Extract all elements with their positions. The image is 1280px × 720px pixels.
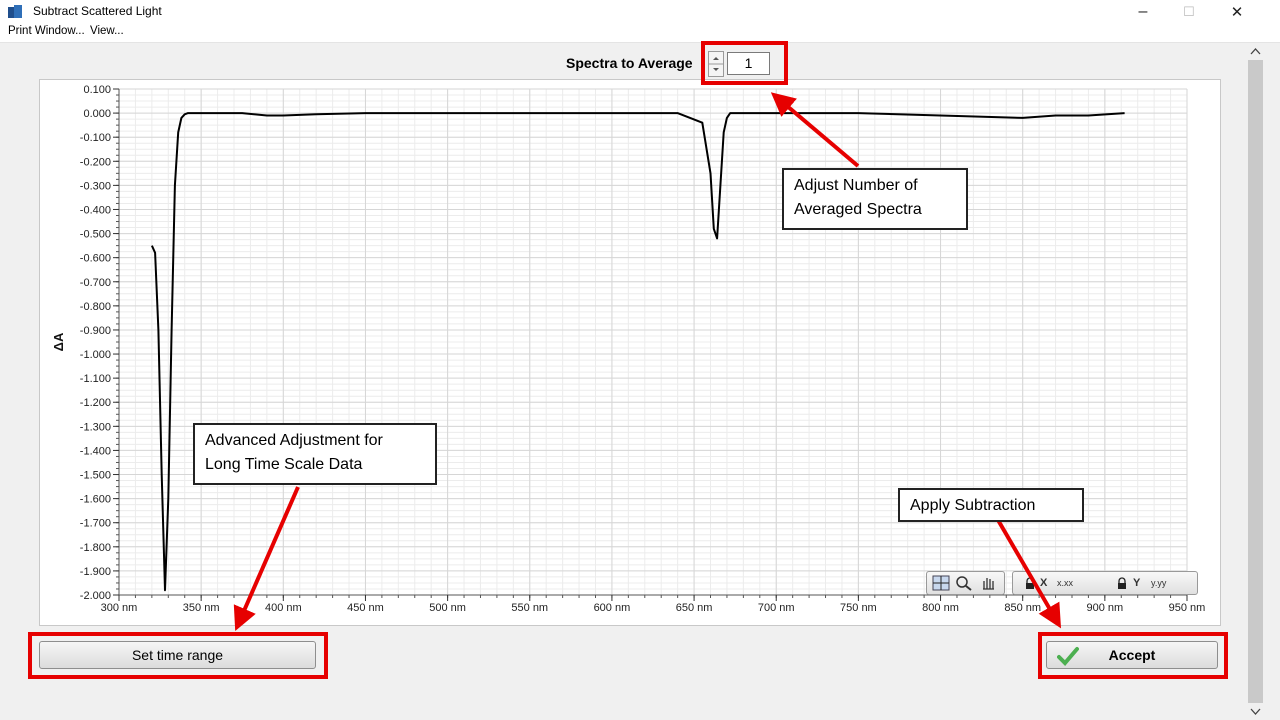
arrow-to-accept — [996, 518, 1062, 629]
callout-advanced-adjustment: Advanced Adjustment for Long Time Scale … — [193, 423, 437, 485]
callout-apply-text: Apply Subtraction — [910, 497, 1036, 514]
callout-apply-subtraction: Apply Subtraction — [898, 488, 1084, 522]
annotation-arrows — [233, 92, 1062, 631]
callout-advanced-line-2: Long Time Scale Data — [205, 456, 363, 473]
callout-averaged-line-2: Averaged Spectra — [794, 201, 922, 218]
arrow-to-set-time-range — [233, 486, 300, 631]
callout-averaged-spectra: Adjust Number of Averaged Spectra — [782, 168, 968, 230]
callout-averaged-line-1: Adjust Number of — [794, 177, 918, 194]
callout-advanced-line-1: Advanced Adjustment for — [205, 432, 383, 449]
arrow-to-spectra — [770, 92, 860, 168]
